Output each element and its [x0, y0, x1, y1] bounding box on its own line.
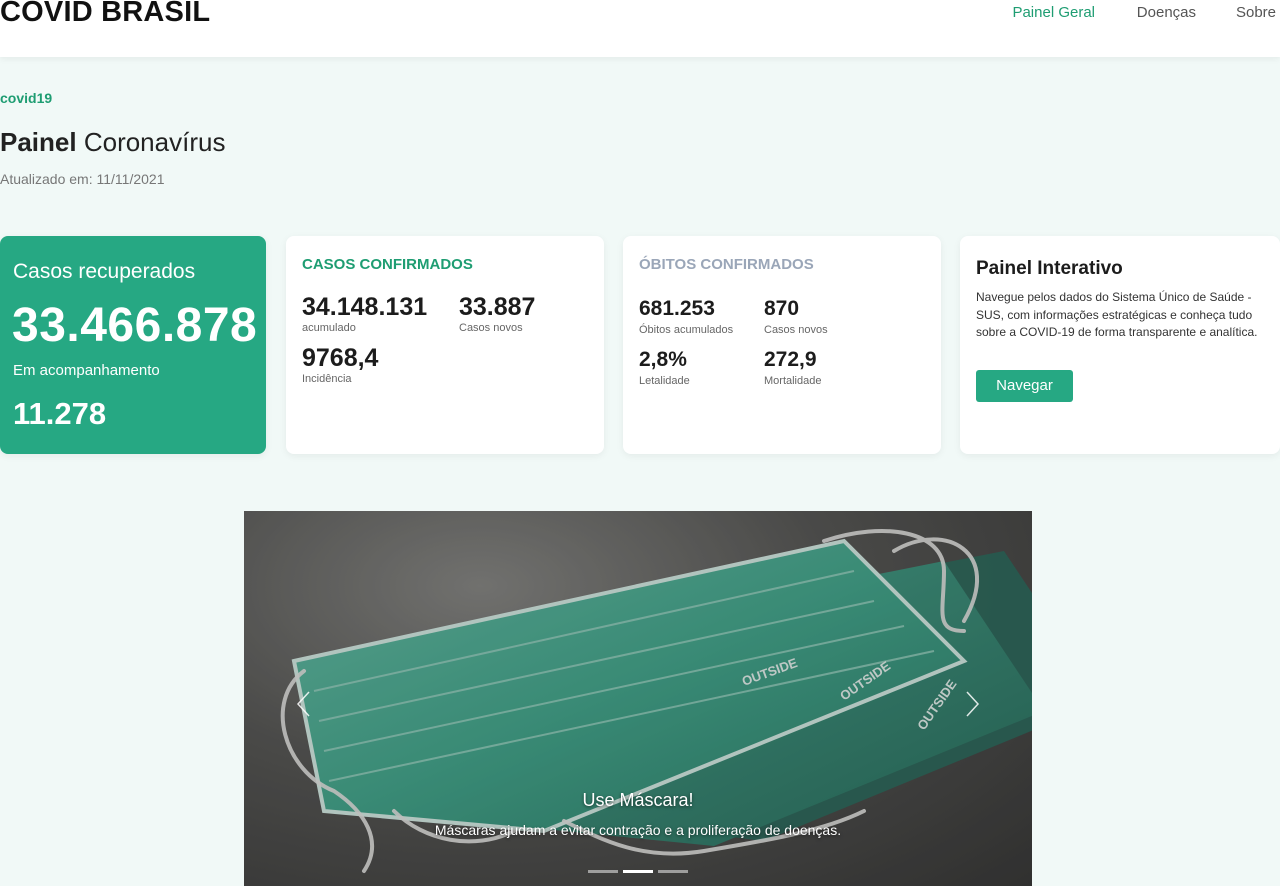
carousel-caption-title: Use Máscara!: [582, 790, 694, 810]
deaths-lethality-stat: 2,8% Letalidade: [639, 346, 690, 388]
updated-date: Atualizado em: 11/11/2021: [0, 171, 165, 187]
monitoring-label: Em acompanhamento: [13, 362, 160, 379]
cases-incidence-stat: 9768,4 Incidência: [302, 344, 378, 386]
cases-accumulated-label: acumulado: [302, 322, 356, 334]
deaths-new-value: 870: [764, 297, 800, 320]
interactive-panel-title: Painel Interativo: [976, 258, 1123, 279]
interactive-panel-card: Painel Interativo Navegue pelos dados do…: [960, 236, 1280, 454]
carousel-caption-text: Máscaras ajudam a evitar contração e a p…: [434, 822, 842, 838]
deaths-mortality-stat: 272,9 Mortalidade: [764, 346, 821, 388]
cases-incidence-label: Incidência: [302, 373, 352, 385]
navbar: COVID BRASIL Painel Geral Doenças Sobre: [0, 0, 1280, 57]
cases-new-stat: 33.887 Casos novos: [459, 293, 535, 335]
chevron-left-icon: [296, 691, 310, 717]
nav-painel-geral[interactable]: Painel Geral: [1012, 4, 1095, 21]
cases-new-label: Casos novos: [459, 322, 523, 334]
chevron-right-icon: [966, 691, 980, 717]
nav-sobre[interactable]: Sobre: [1236, 4, 1276, 21]
deaths-lethality-value: 2,8%: [639, 348, 687, 371]
page-title: Painel Coronavírus: [0, 127, 225, 158]
deaths-accumulated-stat: 681.253 Óbitos acumulados: [639, 295, 733, 337]
page-tag: covid19: [0, 90, 53, 106]
cases-accumulated-stat: 34.148.131 acumulado: [302, 293, 427, 335]
recovered-card: Casos recuperados 33.466.878 Em acompanh…: [0, 236, 266, 454]
confirmed-cases-card: CASOS CONFIRMADOS 34.148.131 acumulado 3…: [286, 236, 604, 454]
page-title-bold: Painel: [0, 127, 77, 157]
cases-incidence-value: 9768,4: [302, 344, 379, 372]
confirmed-deaths-card: ÓBITOS CONFIRMADOS 681.253 Óbitos acumul…: [623, 236, 941, 454]
recovered-label: Casos recuperados: [13, 260, 196, 283]
confirmed-deaths-heading: ÓBITOS CONFIRMADOS: [639, 256, 814, 273]
brand-logo[interactable]: COVID BRASIL: [0, 0, 210, 29]
monitoring-value: 11.278: [13, 396, 107, 431]
page-title-rest: Coronavírus: [83, 127, 226, 157]
cases-accumulated-value: 34.148.131: [302, 293, 428, 321]
recovered-value: 33.466.878: [12, 299, 258, 352]
nav-doencas[interactable]: Doenças: [1137, 4, 1196, 21]
carousel-indicators: [588, 870, 688, 876]
deaths-mortality-label: Mortalidade: [764, 375, 822, 387]
deaths-new-stat: 870 Casos novos: [764, 295, 828, 337]
cases-new-value: 33.887: [459, 293, 536, 321]
deaths-mortality-value: 272,9: [764, 348, 817, 371]
carousel-next-button[interactable]: [957, 689, 987, 719]
carousel-indicator-1[interactable]: [588, 870, 618, 873]
deaths-accumulated-label: Óbitos acumulados: [639, 324, 734, 336]
carousel-indicator-2[interactable]: [623, 870, 653, 873]
confirmed-cases-heading: CASOS CONFIRMADOS: [302, 256, 473, 273]
interactive-panel-text: Navegue pelos dados do Sistema Único de …: [976, 290, 1258, 339]
carousel: OUTSIDE OUTSIDE OUTSIDE Use Máscara! Más…: [244, 511, 1032, 886]
deaths-new-label: Casos novos: [764, 324, 828, 336]
deaths-lethality-label: Letalidade: [639, 375, 690, 387]
carousel-prev-button[interactable]: [289, 689, 319, 719]
carousel-indicator-3[interactable]: [658, 870, 688, 873]
deaths-accumulated-value: 681.253: [639, 297, 715, 320]
navigate-button[interactable]: Navegar: [976, 370, 1073, 402]
